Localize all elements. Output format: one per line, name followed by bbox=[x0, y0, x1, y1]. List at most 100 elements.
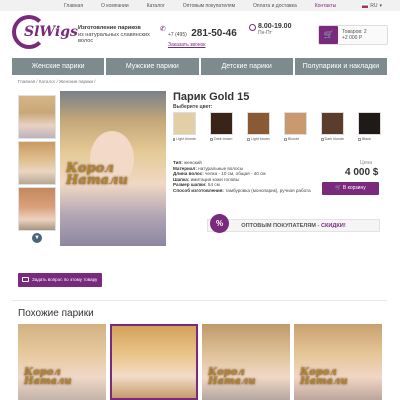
swatch-label-text: Black bbox=[362, 137, 371, 141]
swatch-label: Light brown bbox=[247, 137, 270, 141]
wholesale-promo[interactable]: ОПТОВЫМ ПОКУПАТЕЛЯМ - СКИДКИ! bbox=[207, 219, 380, 232]
chevron-down-icon[interactable]: ▼ bbox=[32, 233, 42, 243]
spec-value: 54 см bbox=[206, 182, 220, 188]
spec-key: Тип: bbox=[173, 160, 183, 165]
phone-icon: ✆ bbox=[160, 26, 166, 33]
color-swatches: Light blonde Dark brown Light brown Blonde D… bbox=[173, 112, 381, 141]
similar-product-card[interactable]: Корол Натали bbox=[202, 324, 290, 400]
cart-info: Товаров: 2 +2 000 Р bbox=[342, 29, 367, 41]
nav-item-half-wigs[interactable]: Полупарики и накладки bbox=[294, 58, 387, 75]
top-link-wholesale[interactable]: Оптовым покупателям bbox=[174, 3, 244, 9]
spec-value: челка - 10 см, общая - 40 см bbox=[203, 171, 266, 177]
hours-days: Пн-Пт bbox=[258, 30, 272, 36]
checkbox[interactable] bbox=[284, 137, 287, 141]
tagline-text: из натуральных славянских волос bbox=[78, 31, 150, 45]
message-icon bbox=[22, 277, 29, 282]
checkbox[interactable] bbox=[173, 137, 176, 141]
divider bbox=[12, 300, 387, 301]
color-swatch[interactable]: Black bbox=[358, 112, 381, 141]
color-swatch[interactable]: Light brown bbox=[247, 112, 270, 141]
spec-value: тамбуровка (монопарик), ручная работа bbox=[223, 187, 311, 193]
ask-question-button[interactable]: Задать вопрос по этому товару bbox=[18, 273, 102, 287]
spec-value: имитация кожи головы bbox=[189, 176, 240, 182]
similar-products: Корол Натали Корол Натали Корол Натали bbox=[18, 324, 382, 400]
similar-product-card[interactable]: Корол Натали bbox=[18, 324, 106, 400]
spec-value: натуральные волосы bbox=[196, 165, 244, 171]
watermark: Корол Натали bbox=[300, 367, 348, 387]
spec-key: Материал: bbox=[173, 165, 197, 171]
swatch-label: Dark brown bbox=[210, 137, 233, 141]
swatch-color[interactable] bbox=[284, 112, 307, 135]
swatch-color[interactable] bbox=[247, 112, 270, 135]
logo-text: SlWigs bbox=[24, 24, 78, 40]
nav-item-women[interactable]: Женские парики bbox=[12, 58, 105, 75]
logo[interactable]: SlWigs bbox=[12, 15, 78, 49]
spec-key: Шапка: bbox=[173, 176, 190, 182]
checkbox[interactable] bbox=[321, 137, 324, 141]
thumbnail[interactable] bbox=[18, 141, 56, 185]
nav-item-men[interactable]: Мужские парики bbox=[106, 58, 199, 75]
color-swatch[interactable]: Light blonde bbox=[173, 112, 196, 141]
phone-number: 281-50-46 bbox=[191, 28, 237, 39]
callback-link[interactable]: Заказать звонок bbox=[168, 42, 237, 48]
top-links: Главная О компании Каталог Оптовым покуп… bbox=[64, 3, 345, 9]
choose-color-label: Выберите цвет: bbox=[173, 104, 213, 110]
top-bar: Главная О компании Каталог Оптовым покуп… bbox=[0, 0, 400, 11]
promo-highlight: СКИДКИ! bbox=[320, 223, 346, 229]
thumbnail[interactable] bbox=[18, 95, 56, 139]
product-specs: Тип: женский Материал: натуральные волосы… bbox=[173, 160, 343, 194]
hours-time: 8.00-19.00 bbox=[258, 23, 292, 30]
color-swatch[interactable]: Dark brown bbox=[210, 112, 233, 141]
checkbox[interactable] bbox=[247, 137, 250, 141]
working-hours: 8.00-19.00 Пн-Пт bbox=[249, 23, 292, 36]
product-photo[interactable]: Корол Натали bbox=[60, 91, 166, 246]
percent-icon: % bbox=[210, 214, 229, 233]
language-selector[interactable]: RU ▾ bbox=[362, 3, 382, 9]
checkbox[interactable] bbox=[210, 137, 213, 141]
cart-total: +2 000 Р bbox=[342, 35, 363, 41]
top-link-delivery[interactable]: Оплата и доставка bbox=[244, 3, 306, 9]
flag-icon bbox=[362, 4, 369, 8]
promo-text: ОПТОВЫМ ПОКУПАТЕЛЯМ - bbox=[241, 223, 321, 229]
top-link-home[interactable]: Главная bbox=[64, 3, 92, 9]
top-link-about[interactable]: О компании bbox=[92, 3, 138, 9]
breadcrumb[interactable]: Главная / Каталог / Женские парики / bbox=[18, 79, 96, 84]
chevron-down-icon: ▾ bbox=[379, 3, 382, 9]
tagline-title: Изготовление париков bbox=[78, 25, 141, 31]
swatch-label-text: Light blonde bbox=[176, 137, 196, 141]
spec-key: Длина волос: bbox=[173, 171, 204, 177]
similar-product-card[interactable] bbox=[110, 324, 198, 400]
top-link-catalog[interactable]: Каталог bbox=[138, 3, 174, 9]
swatch-label: Light blonde bbox=[173, 137, 196, 141]
swatch-label-text: Dark brown bbox=[214, 137, 233, 141]
spec-row: Способ изготовления: тамбуровка (монопар… bbox=[173, 188, 343, 194]
spec-value: женский bbox=[182, 160, 202, 165]
nav-item-kids[interactable]: Детские парики bbox=[200, 58, 293, 75]
similar-title: Похожие парики bbox=[18, 308, 94, 319]
color-swatch[interactable]: Dark blonde bbox=[321, 112, 344, 141]
swatch-color[interactable] bbox=[210, 112, 233, 135]
cart-icon[interactable]: 🛒 bbox=[319, 26, 338, 44]
phone-block: ✆ +7 (495) 281-50-46 Заказать звонок bbox=[160, 23, 237, 48]
similar-product-card[interactable]: Корол Натали bbox=[294, 324, 382, 400]
swatch-color[interactable] bbox=[173, 112, 196, 135]
swatch-label: Blonde bbox=[284, 137, 307, 141]
ask-question-label: Задать вопрос по этому товару bbox=[32, 277, 98, 282]
clock-icon bbox=[249, 24, 256, 31]
checkbox[interactable] bbox=[358, 137, 361, 141]
add-to-cart-button[interactable]: 🛒 В корзину bbox=[322, 182, 379, 195]
watermark: Корол Натали bbox=[66, 161, 128, 188]
swatch-label: Black bbox=[358, 137, 381, 141]
price-label: Цена bbox=[360, 160, 373, 166]
swatch-color[interactable] bbox=[321, 112, 344, 135]
swatch-color[interactable] bbox=[358, 112, 381, 135]
top-link-contacts[interactable]: Контакты bbox=[306, 3, 346, 9]
product-title: Парик Gold 15 bbox=[173, 91, 250, 103]
spec-key: Способ изготовления: bbox=[173, 187, 224, 193]
cart-widget[interactable]: 🛒 Товаров: 2 +2 000 Р bbox=[318, 25, 388, 45]
color-swatch[interactable]: Blonde bbox=[284, 112, 307, 141]
header: SlWigs Изготовление париков из натуральн… bbox=[0, 11, 400, 53]
price-value: 4 000 $ bbox=[345, 167, 379, 178]
language-label: RU bbox=[370, 3, 378, 9]
thumbnail[interactable] bbox=[18, 187, 56, 231]
